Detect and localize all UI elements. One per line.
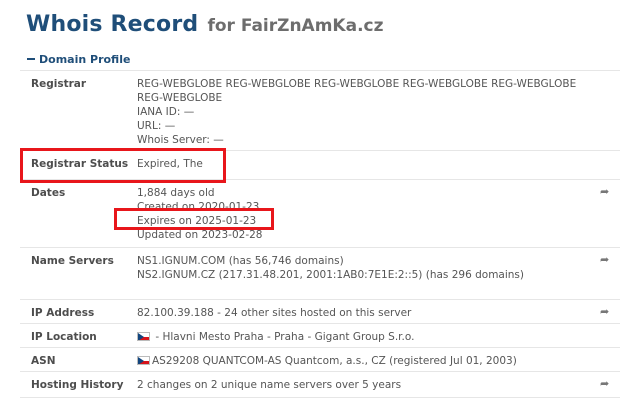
domain-age: 1,884 days old — [137, 187, 215, 199]
collapse-icon — [27, 58, 35, 60]
updated-date: Updated on 2023-02-28 — [137, 229, 263, 241]
table-row-dates: Dates 1,884 days old Created on 2020-01-… — [20, 180, 620, 248]
table-row-asn: ASN AS29208 QUANTCOM-AS Quantcom, a.s., … — [20, 348, 620, 372]
iana-id: IANA ID: — — [137, 106, 195, 118]
table-row-location: IP Location - Hlavni Mesto Praha - Praha… — [20, 324, 620, 348]
table-row-registrar: Registrar REG-WEBGLOBE REG-WEBGLOBE REG-… — [20, 71, 620, 151]
section-label: Domain Profile — [39, 53, 131, 66]
row-label: Dates — [31, 187, 66, 199]
row-label: Hosting History — [31, 379, 124, 391]
page-title: Whois Record — [26, 12, 199, 37]
expiry-date-highlight — [114, 208, 274, 230]
ip-value: 82.100.39.188 - 24 other sites hosted on… — [137, 307, 412, 319]
location-value: - Hlavni Mesto Praha - Praha - Gigant Gr… — [137, 330, 597, 344]
row-label: IP Location — [31, 331, 97, 343]
table-row-nameservers: Name Servers NS1.IGNUM.COM (has 56,746 d… — [20, 248, 620, 300]
asn-value: AS29208 QUANTCOM-AS Quantcom, a.s., CZ (… — [137, 354, 597, 368]
table-row-ip: IP Address 82.100.39.188 - 24 other site… — [20, 300, 620, 324]
row-label: Registrar — [31, 78, 87, 90]
whois-table: Registrar REG-WEBGLOBE REG-WEBGLOBE REG-… — [20, 70, 620, 398]
domain-profile-toggle[interactable]: Domain Profile — [27, 53, 130, 66]
row-label: IP Address — [31, 307, 95, 319]
asn-text: AS29208 QUANTCOM-AS Quantcom, a.s., CZ (… — [152, 355, 517, 367]
row-label: Name Servers — [31, 255, 114, 267]
registrar-name: REG-WEBGLOBE REG-WEBGLOBE REG-WEBGLOBE R… — [137, 78, 577, 104]
registrar-status-highlight — [20, 148, 226, 183]
czech-flag-icon — [137, 332, 150, 341]
share-arrow-icon[interactable]: ➦ — [600, 306, 612, 317]
nameservers-value: NS1.IGNUM.COM (has 56,746 domains) NS2.I… — [137, 254, 597, 282]
nameserver-2: NS2.IGNUM.CZ (217.31.48.201, 2001:1AB0:7… — [137, 269, 525, 281]
page-subtitle: for FairZnAmKa.cz — [207, 16, 384, 36]
history-value: 2 changes on 2 unique name servers over … — [137, 379, 402, 391]
table-row-history: Hosting History 2 changes on 2 unique na… — [20, 372, 620, 398]
czech-flag-icon — [137, 356, 150, 365]
location-text: - Hlavni Mesto Praha - Praha - Gigant Gr… — [152, 331, 415, 343]
share-arrow-icon[interactable]: ➦ — [600, 186, 612, 197]
registrar-url: URL: — — [137, 120, 176, 132]
row-label: ASN — [31, 355, 56, 367]
page-header: Whois Record for FairZnAmKa.cz — [26, 12, 384, 37]
whois-server: Whois Server: — — [137, 134, 224, 146]
share-arrow-icon[interactable]: ➦ — [600, 254, 612, 265]
nameserver-1: NS1.IGNUM.COM (has 56,746 domains) — [137, 255, 344, 267]
share-arrow-icon[interactable]: ➦ — [600, 378, 612, 389]
registrar-value: REG-WEBGLOBE REG-WEBGLOBE REG-WEBGLOBE R… — [137, 77, 597, 147]
